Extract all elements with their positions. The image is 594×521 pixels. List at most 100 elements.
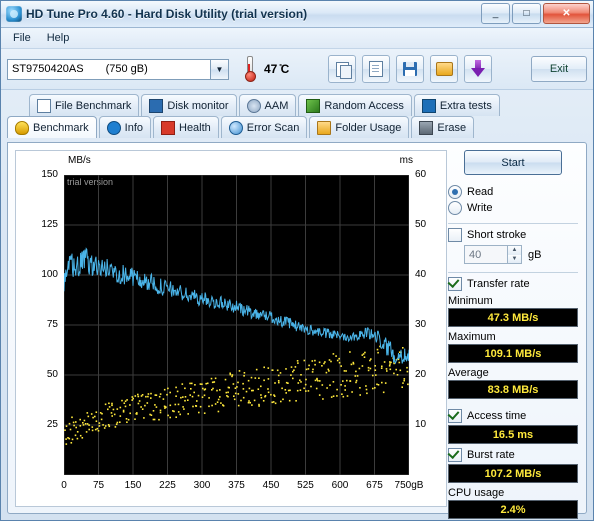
y-tick-left: 150: [41, 169, 58, 180]
short-stroke-checkbox-icon[interactable]: [448, 228, 462, 242]
disk-monitor-icon: [149, 98, 164, 113]
download-button[interactable]: [464, 55, 493, 83]
folder-icon: [435, 62, 453, 76]
y-axis-left-label: MB/s: [68, 155, 91, 166]
close-button[interactable]: ✕: [543, 3, 590, 24]
minimum-label: Minimum: [448, 295, 493, 307]
temperature-value: 47 ̊C: [264, 62, 290, 76]
window-title: HD Tune Pro 4.60 - Hard Disk Utility (tr…: [26, 7, 308, 21]
access-time-value: 16.5 ms: [448, 425, 578, 444]
random-access-icon: [306, 98, 321, 113]
thermometer-icon: [243, 56, 256, 82]
burst-rate-checkbox-icon[interactable]: [448, 448, 462, 462]
plot-svg: [64, 175, 409, 475]
short-stroke-stepper[interactable]: ▲ ▼: [507, 246, 521, 263]
y-tick-left: 100: [41, 269, 58, 280]
tab-label: Info: [124, 121, 143, 134]
tab-label: Erase: [437, 121, 467, 134]
health-icon: [161, 120, 175, 135]
average-label: Average: [448, 367, 489, 379]
checkbox-burst-rate[interactable]: Burst rate: [448, 448, 578, 462]
drive-select[interactable]: ST9750420AS (750 gB) ▼: [7, 58, 229, 80]
tab-disk-monitor[interactable]: Disk monitor: [141, 94, 237, 116]
tab-label: File Benchmark: [55, 99, 132, 112]
tab-health[interactable]: Health: [153, 116, 219, 138]
app-window: HD Tune Pro 4.60 - Hard Disk Utility (tr…: [0, 0, 594, 521]
tab-random-access[interactable]: Random Access: [298, 94, 412, 116]
chevron-down-icon[interactable]: ▼: [210, 59, 228, 79]
tab-label: Extra tests: [439, 99, 492, 112]
minimize-button[interactable]: _: [481, 3, 510, 24]
tab-row-upper: File Benchmark Disk monitor AAM Random A…: [7, 94, 587, 116]
radio-read-icon[interactable]: [448, 185, 462, 199]
tab-aam[interactable]: AAM: [238, 94, 297, 116]
y-axis-right-label: ms: [399, 155, 413, 166]
transfer-rate-label: Transfer rate: [467, 278, 530, 290]
burst-rate-value: 107.2 MB/s: [448, 464, 578, 483]
menu-bar: File Help: [1, 28, 593, 49]
tab-benchmark[interactable]: Benchmark: [7, 116, 97, 138]
exit-button[interactable]: Exit: [531, 56, 588, 82]
radio-write[interactable]: Write: [448, 201, 578, 215]
start-button[interactable]: Start: [464, 150, 562, 175]
tab-label: Health: [179, 121, 211, 134]
plot-canvas: trial version: [64, 175, 409, 475]
extra-tests-icon: [421, 98, 436, 113]
checkbox-access-time[interactable]: Access time: [448, 409, 578, 423]
report-button[interactable]: [362, 55, 391, 83]
tab-erase[interactable]: Erase: [411, 116, 475, 138]
benchmark-options: Start Read Write Short stroke 40 ▲▼ gB: [448, 150, 578, 519]
tab-label: Folder Usage: [335, 121, 402, 134]
drive-model: ST9750420AS: [12, 63, 84, 75]
cpu-usage-value: 2.4%: [448, 500, 578, 519]
folder-button[interactable]: [430, 55, 459, 83]
copy-button[interactable]: [328, 55, 357, 83]
tab-folder-usage[interactable]: Folder Usage: [309, 116, 410, 138]
y-tick-right: 40: [415, 269, 427, 280]
y-tick-right: 30: [415, 319, 427, 330]
title-bar: HD Tune Pro 4.60 - Hard Disk Utility (tr…: [1, 1, 593, 28]
error-scan-icon: [228, 120, 243, 135]
menu-item-file[interactable]: File: [5, 30, 39, 46]
radio-write-icon[interactable]: [448, 201, 462, 215]
checkbox-short-stroke[interactable]: Short stroke: [448, 228, 578, 242]
tab-file-benchmark[interactable]: File Benchmark: [29, 94, 140, 116]
short-stroke-input[interactable]: 40 ▲ ▼: [464, 245, 522, 264]
short-stroke-value: 40: [469, 248, 482, 261]
tab-label: Benchmark: [33, 121, 89, 134]
tab-label: Random Access: [324, 99, 404, 112]
transfer-rate-checkbox-icon[interactable]: [448, 277, 462, 291]
file-benchmark-icon: [37, 98, 51, 113]
tab-info[interactable]: Info: [98, 116, 151, 138]
folder-usage-icon: [317, 120, 332, 135]
minimum-value: 47.3 MB/s: [448, 308, 578, 327]
y-tick-left: 25: [46, 419, 58, 430]
access-time-checkbox-icon[interactable]: [448, 409, 462, 423]
benchmark-graph: MB/s ms trial version 25 50 75 100 125 150 10…: [15, 150, 447, 507]
maximum-value: 109.1 MB/s: [448, 344, 578, 363]
benchmark-icon: [15, 120, 29, 135]
menu-item-help[interactable]: Help: [39, 30, 78, 46]
y-tick-right: 20: [415, 369, 427, 380]
divider-2: [448, 272, 578, 273]
save-button[interactable]: [396, 55, 425, 83]
short-stroke-unit: gB: [528, 248, 542, 261]
maximize-button[interactable]: □: [512, 3, 541, 24]
tab-label: AAM: [264, 99, 289, 112]
tab-label: Disk monitor: [167, 99, 229, 112]
x-tick: 750gB: [394, 480, 424, 491]
divider-1: [448, 223, 578, 224]
app-icon: [6, 6, 22, 22]
benchmark-panel: MB/s ms trial version 25 50 75 100 125 150 10…: [7, 142, 587, 519]
info-icon: [106, 120, 121, 135]
radio-read-label: Read: [467, 186, 494, 198]
tab-extra-tests[interactable]: Extra tests: [413, 94, 500, 116]
maximum-label: Maximum: [448, 331, 496, 343]
document-icon: [369, 61, 384, 77]
checkbox-transfer-rate[interactable]: Transfer rate: [448, 277, 578, 291]
radio-read[interactable]: Read: [448, 185, 578, 199]
tab-error-scan[interactable]: Error Scan: [220, 116, 308, 138]
tab-row-lower: Benchmark Info Health Error Scan Folder …: [7, 116, 587, 138]
erase-icon: [419, 120, 434, 135]
radio-write-label: Write: [467, 202, 493, 214]
